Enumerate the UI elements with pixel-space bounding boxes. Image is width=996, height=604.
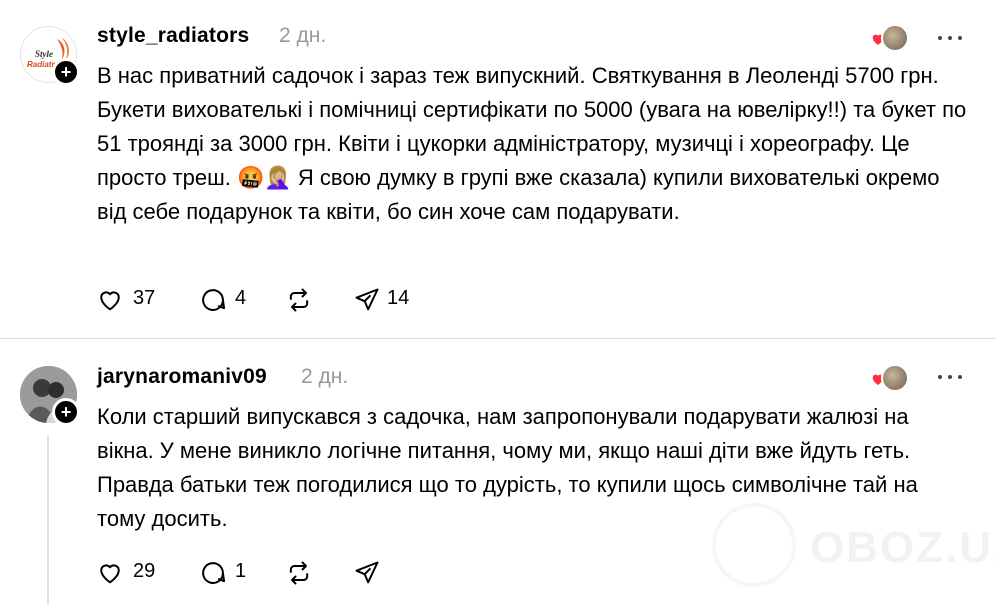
- post-text: В нас приватний садочок і зараз теж випу…: [97, 63, 967, 224]
- liked-by-indicator[interactable]: [870, 363, 910, 392]
- svg-text:Style: Style: [35, 49, 53, 59]
- username[interactable]: style_radiators: [97, 24, 249, 48]
- more-options-icon[interactable]: [936, 372, 964, 382]
- reply-count: 1: [235, 560, 247, 582]
- repost-button[interactable]: [285, 557, 315, 587]
- like-button[interactable]: 37: [95, 284, 165, 314]
- like-button[interactable]: 29: [95, 557, 165, 587]
- username[interactable]: jarynaromaniv09: [97, 365, 267, 389]
- reply-button[interactable]: 4: [199, 284, 259, 314]
- globe-logo-icon: [712, 503, 796, 587]
- post-time[interactable]: 2 дн.: [279, 24, 326, 48]
- paper-plane-icon: [355, 561, 379, 584]
- heart-outline-icon: [100, 564, 120, 584]
- share-count: 14: [387, 287, 410, 309]
- watermark-text: OBOZ.UA: [810, 523, 996, 572]
- liker-avatar: [881, 364, 909, 392]
- follow-plus-icon[interactable]: +: [52, 58, 80, 86]
- speech-bubble-icon: [202, 289, 226, 311]
- follow-plus-icon[interactable]: +: [52, 398, 80, 426]
- repost-button[interactable]: [285, 284, 315, 314]
- repost-arrows-icon: [289, 288, 309, 312]
- like-count: 29: [133, 560, 156, 582]
- post-time[interactable]: 2 дн.: [301, 365, 348, 389]
- liker-avatar: [881, 24, 909, 52]
- thread-line: [47, 435, 49, 604]
- thread-post: Style Radiatr + style_radiators 2 дн. В …: [0, 0, 996, 338]
- reply-count: 4: [235, 287, 247, 309]
- heart-outline-icon: [100, 291, 120, 311]
- liked-by-indicator[interactable]: [870, 23, 910, 52]
- more-options-icon[interactable]: [936, 33, 964, 43]
- svg-text:Radiatr: Radiatr: [27, 60, 55, 69]
- share-button[interactable]: 14: [353, 284, 423, 314]
- repost-arrows-icon: [289, 561, 309, 585]
- like-count: 37: [133, 287, 156, 309]
- reply-button[interactable]: 1: [199, 557, 249, 587]
- share-button[interactable]: [353, 557, 383, 587]
- speech-bubble-icon: [202, 562, 226, 584]
- oboz-watermark: OBOZ.UA: [712, 503, 996, 593]
- paper-plane-icon: [355, 288, 379, 311]
